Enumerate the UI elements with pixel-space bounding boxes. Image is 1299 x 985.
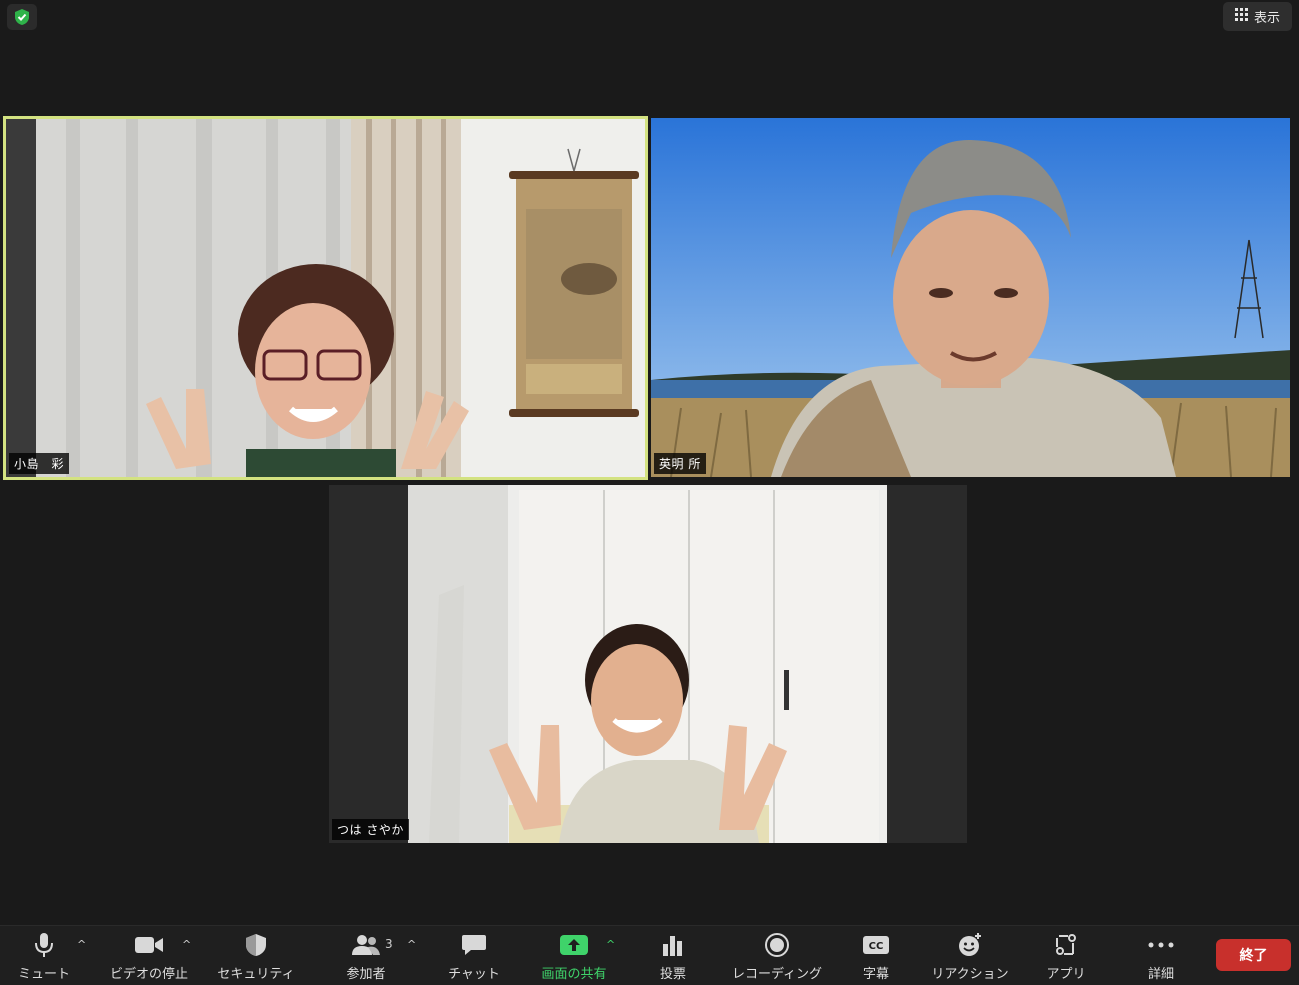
more-button[interactable]: 詳細: [1136, 930, 1186, 982]
video-tile-participant-2[interactable]: 英明 所: [651, 118, 1290, 477]
view-label: 表示: [1253, 11, 1280, 26]
apps-icon: [1054, 930, 1078, 960]
chat-bubble-icon: [461, 930, 487, 960]
participant-name-1: 小島 彩: [9, 453, 70, 474]
apps-button[interactable]: アプリ: [1040, 930, 1092, 982]
video-options-chevron-icon[interactable]: ^: [182, 938, 191, 951]
video-tile-participant-1[interactable]: 小島 彩: [3, 116, 648, 480]
bar-chart-icon: [662, 930, 684, 960]
poll-label: 投票: [659, 967, 686, 982]
stop-video-button[interactable]: ビデオの停止: [105, 930, 193, 982]
meeting-toolbar: ミュート ^ ビデオの停止 ^ セキュリティ 参加者 3 ^ チャット 画面の共…: [0, 925, 1299, 985]
video-camera-icon: [134, 930, 164, 960]
participants-label: 参加者: [346, 967, 386, 982]
share-screen-button[interactable]: 画面の共有: [538, 930, 610, 982]
participants-options-chevron-icon[interactable]: ^: [407, 938, 416, 951]
closed-captions-icon: CC: [862, 930, 890, 960]
share-options-chevron-icon[interactable]: ^: [606, 938, 615, 951]
mute-button[interactable]: ミュート: [14, 930, 74, 982]
record-label: レコーディング: [731, 967, 823, 982]
record-button[interactable]: レコーディング: [728, 930, 826, 982]
chat-button[interactable]: チャット: [443, 930, 505, 982]
security-label: セキュリティ: [217, 967, 295, 982]
security-shield-icon: [245, 930, 267, 960]
apps-label: アプリ: [1046, 967, 1086, 982]
poll-button[interactable]: 投票: [648, 930, 698, 982]
chat-label: チャット: [448, 967, 500, 982]
microphone-icon: [34, 930, 54, 960]
video-tile-participant-3[interactable]: つは さやか: [329, 485, 967, 843]
share-label: 画面の共有: [541, 967, 607, 982]
participants-count: 3: [385, 937, 393, 951]
meeting-stage: 表示 小島 彩 英明 所 つは さやか: [0, 0, 1299, 925]
more-label: 詳細: [1147, 967, 1174, 982]
more-dots-icon: [1148, 930, 1174, 960]
security-button[interactable]: セキュリティ: [215, 930, 297, 982]
captions-button[interactable]: CC 字幕: [852, 930, 900, 982]
participants-icon: [351, 930, 381, 960]
video-feed-3: [329, 485, 967, 843]
reactions-label: リアクション: [931, 967, 1009, 982]
mute-options-chevron-icon[interactable]: ^: [77, 938, 86, 951]
encryption-shield-icon[interactable]: [7, 4, 37, 30]
mute-label: ミュート: [17, 967, 70, 982]
captions-label: 字幕: [862, 967, 889, 982]
svg-text:CC: CC: [869, 941, 884, 952]
video-feed-1: [6, 119, 645, 477]
video-feed-2: [651, 118, 1290, 477]
participant-name-2: 英明 所: [654, 453, 706, 474]
smiley-plus-icon: [957, 930, 983, 960]
reactions-button[interactable]: リアクション: [928, 930, 1012, 982]
end-meeting-button[interactable]: 終了: [1216, 939, 1291, 971]
record-icon: [764, 930, 790, 960]
share-screen-icon: [559, 930, 589, 960]
grid-icon: [1234, 8, 1248, 25]
participant-name-3: つは さやか: [332, 819, 409, 840]
view-button[interactable]: 表示: [1223, 2, 1292, 31]
video-label: ビデオの停止: [109, 967, 188, 982]
